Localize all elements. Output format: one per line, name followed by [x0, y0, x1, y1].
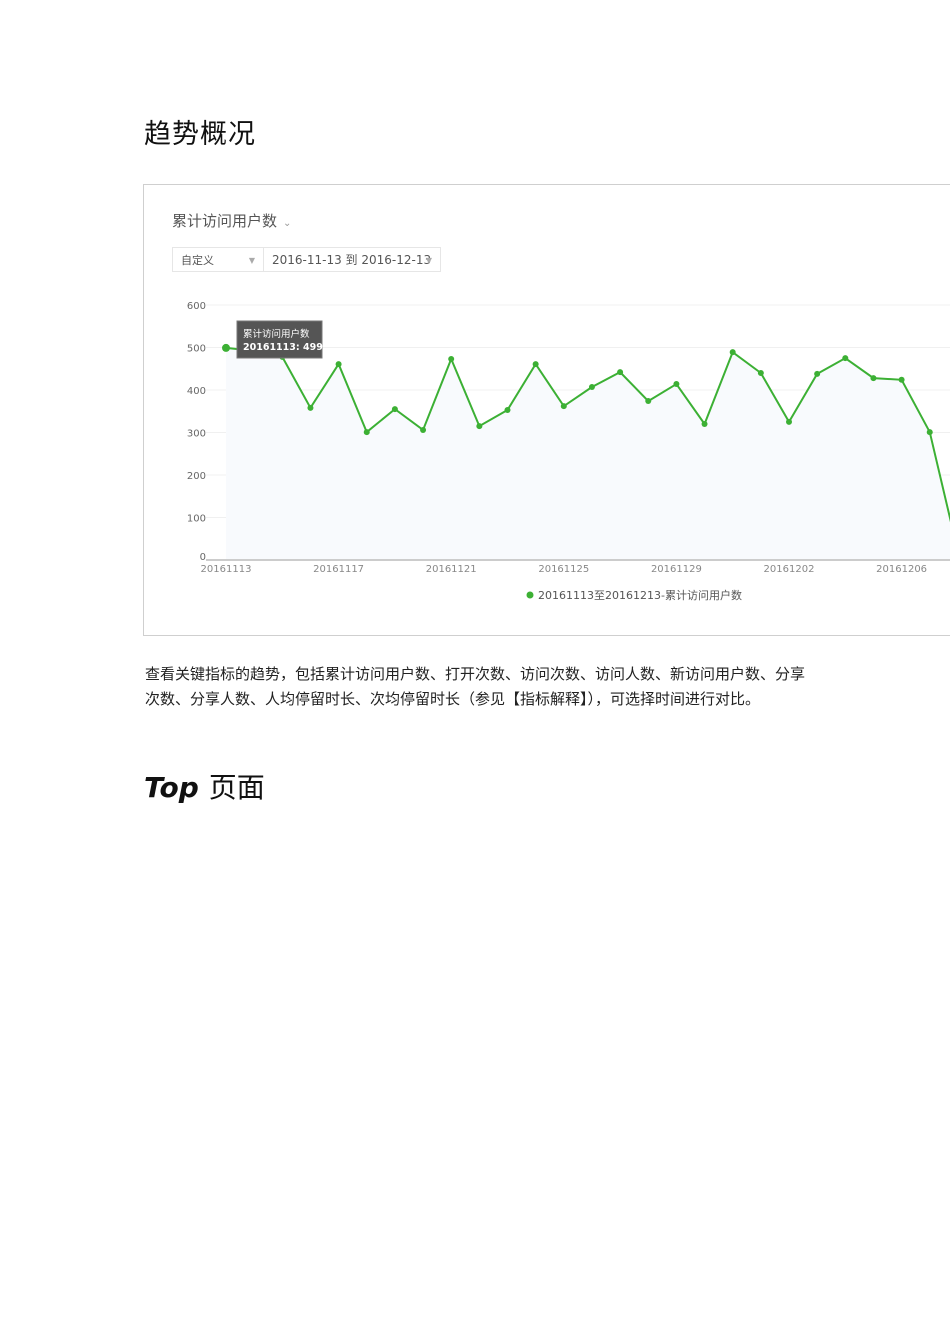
data-point [307, 404, 314, 411]
x-tick-label: 20161202 [764, 564, 815, 575]
data-point [335, 361, 342, 368]
data-point [617, 369, 624, 376]
data-point [870, 375, 877, 382]
data-point [222, 343, 230, 352]
legend-label: 20161113至20161213-累计访问用户数 [538, 588, 742, 602]
x-tick-label: 20161129 [651, 564, 702, 575]
data-point [842, 355, 849, 362]
y-tick-label: 100 [187, 514, 206, 525]
data-point [363, 429, 370, 436]
legend-marker [526, 591, 534, 599]
line-chart: 0 100 200 300 400 500 600 20161113 20161117 20161… [187, 301, 950, 602]
y-tick-label: 500 [187, 344, 206, 355]
trend-chart-card: 累计访问用户数 ⌄ 自定义 ▼ 2016-11-13 到 2016-12-13 ▼ 0… [143, 184, 950, 636]
x-tick-label: 20161113 [201, 564, 252, 575]
data-point [448, 355, 455, 362]
section-title-top-pages: Top 页面 [144, 766, 265, 806]
data-point [814, 370, 821, 377]
data-point [757, 370, 764, 376]
data-point [673, 381, 680, 388]
x-tick-label: 20161121 [426, 564, 477, 575]
y-tick-label: 200 [187, 471, 206, 482]
x-tick-label: 20161206 [876, 564, 927, 575]
data-point [645, 398, 652, 405]
section-title-trend: 趋势概况 [144, 119, 256, 150]
data-point [701, 421, 708, 427]
data-point [504, 406, 511, 413]
data-point [476, 423, 483, 430]
description-paragraph: 查看关键指标的趋势，包括累计访问用户数、打开次数、访问次数、访问人数、新访问用户… [145, 665, 806, 708]
data-point [391, 406, 398, 413]
tooltip-title: 累计访问用户数 [243, 328, 310, 340]
data-point [926, 429, 933, 436]
tooltip-value: 20161113: 499 [243, 342, 323, 353]
data-point [786, 418, 792, 425]
y-tick-label: 600 [187, 301, 206, 312]
data-point [560, 403, 567, 410]
y-tick-label: 400 [187, 386, 206, 397]
y-tick-label: 0 [200, 552, 206, 563]
data-point [588, 384, 595, 391]
section-title-cn: 页面 [208, 771, 265, 804]
data-point [898, 376, 905, 383]
x-tick-label: 20161117 [313, 564, 364, 575]
data-point [532, 361, 539, 368]
y-tick-label: 300 [187, 429, 206, 440]
data-point [420, 426, 427, 433]
data-point [729, 349, 736, 356]
section-title-en: Top [144, 771, 199, 804]
area-fill [226, 347, 950, 560]
x-tick-label: 20161125 [538, 564, 589, 575]
